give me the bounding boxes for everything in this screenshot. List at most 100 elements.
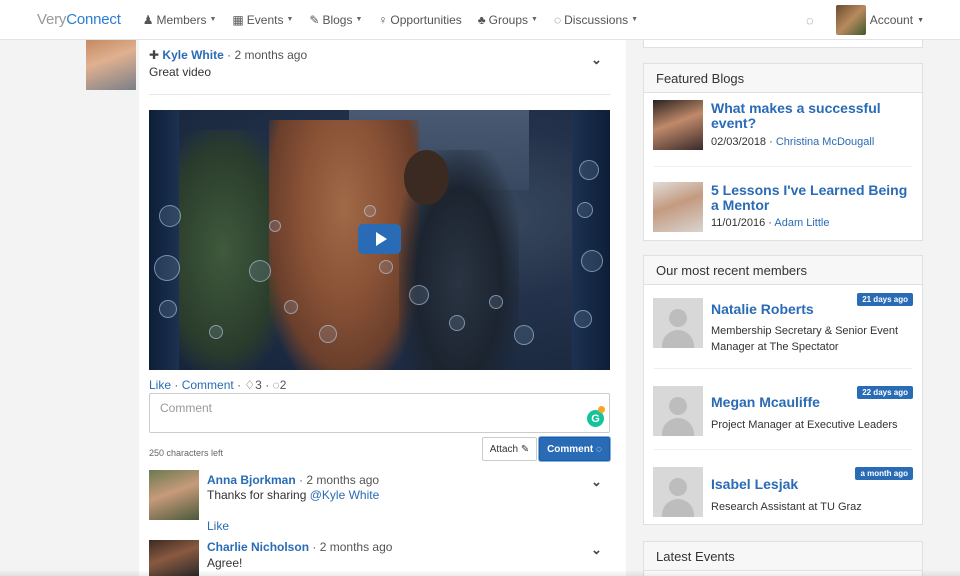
panel-title: Featured Blogs <box>644 64 922 93</box>
member-name[interactable]: Megan Mcauliffe <box>711 394 820 410</box>
bubble <box>581 250 603 272</box>
video-frame-left <box>149 110 179 370</box>
caret-down-icon: ▼ <box>355 16 363 23</box>
bubble <box>159 205 181 227</box>
blog-author[interactable]: Adam Little <box>774 217 829 229</box>
comment-submit-button[interactable]: Comment ◌ <box>539 437 610 461</box>
video-face <box>404 150 449 205</box>
nav-opportunities-label: Opportunities <box>390 12 462 27</box>
member-role: Research Assistant at TU Graz <box>711 501 862 513</box>
comment-text: Agree! <box>207 556 243 570</box>
member-role: Membership Secretary & Senior Event Mana… <box>711 325 899 353</box>
comment-header: Anna Bjorkman · 2 months ago <box>207 473 379 487</box>
pencil-icon: ✎ <box>309 12 320 27</box>
nav-blogs-label: Blogs <box>322 12 353 27</box>
nav-events-label: Events <box>246 12 284 27</box>
caret-down-icon: ▼ <box>209 16 217 23</box>
member-avatar[interactable] <box>653 298 703 348</box>
nav-groups[interactable]: ♣ Groups ▼ <box>470 13 546 27</box>
brand-logo[interactable]: VeryConnect <box>37 11 121 28</box>
member-avatar[interactable] <box>653 386 703 436</box>
comment-meta: · 2 months ago <box>312 540 393 554</box>
member-name[interactable]: Isabel Lesjak <box>711 476 798 492</box>
paperclip-icon: ✎ <box>520 443 530 455</box>
comment-author-name[interactable]: Charlie Nicholson <box>207 540 309 554</box>
nav-blogs[interactable]: ✎ Blogs ▼ <box>301 13 370 27</box>
comment-author-name[interactable]: Anna Bjorkman <box>207 473 296 487</box>
brand-text-connect: Connect <box>66 11 121 28</box>
member-joined-badge: 21 days ago <box>857 293 913 306</box>
avatar <box>835 5 866 35</box>
mention-link[interactable]: @Kyle White <box>310 488 380 502</box>
calendar-icon: ▦ <box>232 12 244 27</box>
blog-title[interactable]: What makes a successful event? <box>711 101 911 131</box>
featured-blogs-panel: Featured Blogs What makes a successful e… <box>643 63 923 241</box>
divider <box>654 449 912 450</box>
likes-count: 3 <box>255 378 262 392</box>
account-menu[interactable]: Account ▼ <box>835 5 924 35</box>
comment-submit-label: Comment <box>547 443 594 455</box>
play-button[interactable] <box>358 224 401 254</box>
blog-date: 11/01/2016 <box>711 217 766 229</box>
bubble <box>269 220 281 232</box>
nav-members-label: Members <box>156 12 207 27</box>
comment-header: Charlie Nicholson · 2 months ago <box>207 540 392 554</box>
member-name[interactable]: Natalie Roberts <box>711 301 814 317</box>
blog-date: 02/03/2018 <box>711 136 767 148</box>
bubble <box>249 260 271 282</box>
divider <box>654 166 912 167</box>
comment-input[interactable]: Comment G <box>149 393 610 433</box>
attach-button[interactable]: Attach ✎ <box>482 437 537 461</box>
member-avatar[interactable] <box>653 467 703 517</box>
caret-down-icon: ▼ <box>531 16 538 23</box>
nav-events[interactable]: ▦ Events ▼ <box>224 13 301 27</box>
bubble <box>319 325 337 343</box>
caret-down-icon: ▼ <box>286 16 294 23</box>
post-author-name[interactable]: Kyle White <box>162 48 223 62</box>
user-icon: ♟ <box>142 12 154 27</box>
brand-text-very: Very <box>37 11 67 28</box>
group-icon: ♣ <box>477 12 486 27</box>
bubble <box>284 300 298 314</box>
blog-thumbnail[interactable] <box>653 182 703 232</box>
post-meta: · 2 months ago <box>227 48 308 62</box>
member-joined-badge: a month ago <box>855 467 913 480</box>
blog-thumbnail[interactable] <box>653 100 703 150</box>
blog-title[interactable]: 5 Lessons I've Learned Being a Mentor <box>711 183 911 213</box>
post-actions: Like · Comment · ♢3 · ◌2 <box>149 378 286 392</box>
pin-icon: ✚ <box>149 48 160 62</box>
bubble <box>159 300 177 318</box>
comment-meta: · 2 months ago <box>299 473 380 487</box>
post-header: ✚ Kyle White · 2 months ago <box>149 48 307 62</box>
nav-menu: ♟ Members ▼ ▦ Events ▼ ✎ Blogs ▼ ♀ Opportunitie… <box>135 13 646 27</box>
divider <box>149 94 610 95</box>
nav-opportunities[interactable]: ♀ Opportunities <box>370 13 469 27</box>
chevron-down-icon[interactable]: ⌄ <box>591 474 602 490</box>
like-link[interactable]: Like <box>149 378 171 392</box>
nav-groups-label: Groups <box>488 12 529 27</box>
comment-author-avatar[interactable] <box>149 470 199 520</box>
chevron-down-icon[interactable]: ⌄ <box>591 542 602 558</box>
bubble <box>577 202 593 218</box>
comment-like-link[interactable]: Like <box>207 519 229 533</box>
comment-placeholder: Comment <box>160 401 213 415</box>
caret-down-icon: ▼ <box>917 16 924 24</box>
bubble <box>209 325 223 339</box>
post-time: 2 months ago <box>234 48 308 62</box>
bottom-fade <box>0 570 960 576</box>
member-joined-badge: 22 days ago <box>857 386 913 399</box>
post-author-avatar[interactable] <box>86 40 136 90</box>
blog-meta: 02/03/2018 · Christina McDougall <box>711 136 875 148</box>
comment-bubble-icon: ◌ <box>272 378 280 392</box>
comment-link[interactable]: Comment <box>182 378 234 392</box>
blog-author[interactable]: Christina McDougall <box>776 136 874 148</box>
chevron-down-icon[interactable]: ⌄ <box>591 52 602 68</box>
notifications-chat-icon[interactable]: ◌ <box>806 13 814 28</box>
nav-discussions[interactable]: ◌ Discussions ▼ <box>546 13 646 27</box>
video-player[interactable] <box>149 110 610 370</box>
bubble <box>379 260 393 274</box>
panel-title: Our most recent members <box>644 256 922 285</box>
nav-members[interactable]: ♟ Members ▼ <box>135 13 225 27</box>
separator: · <box>265 378 273 392</box>
separator: · <box>174 378 182 392</box>
